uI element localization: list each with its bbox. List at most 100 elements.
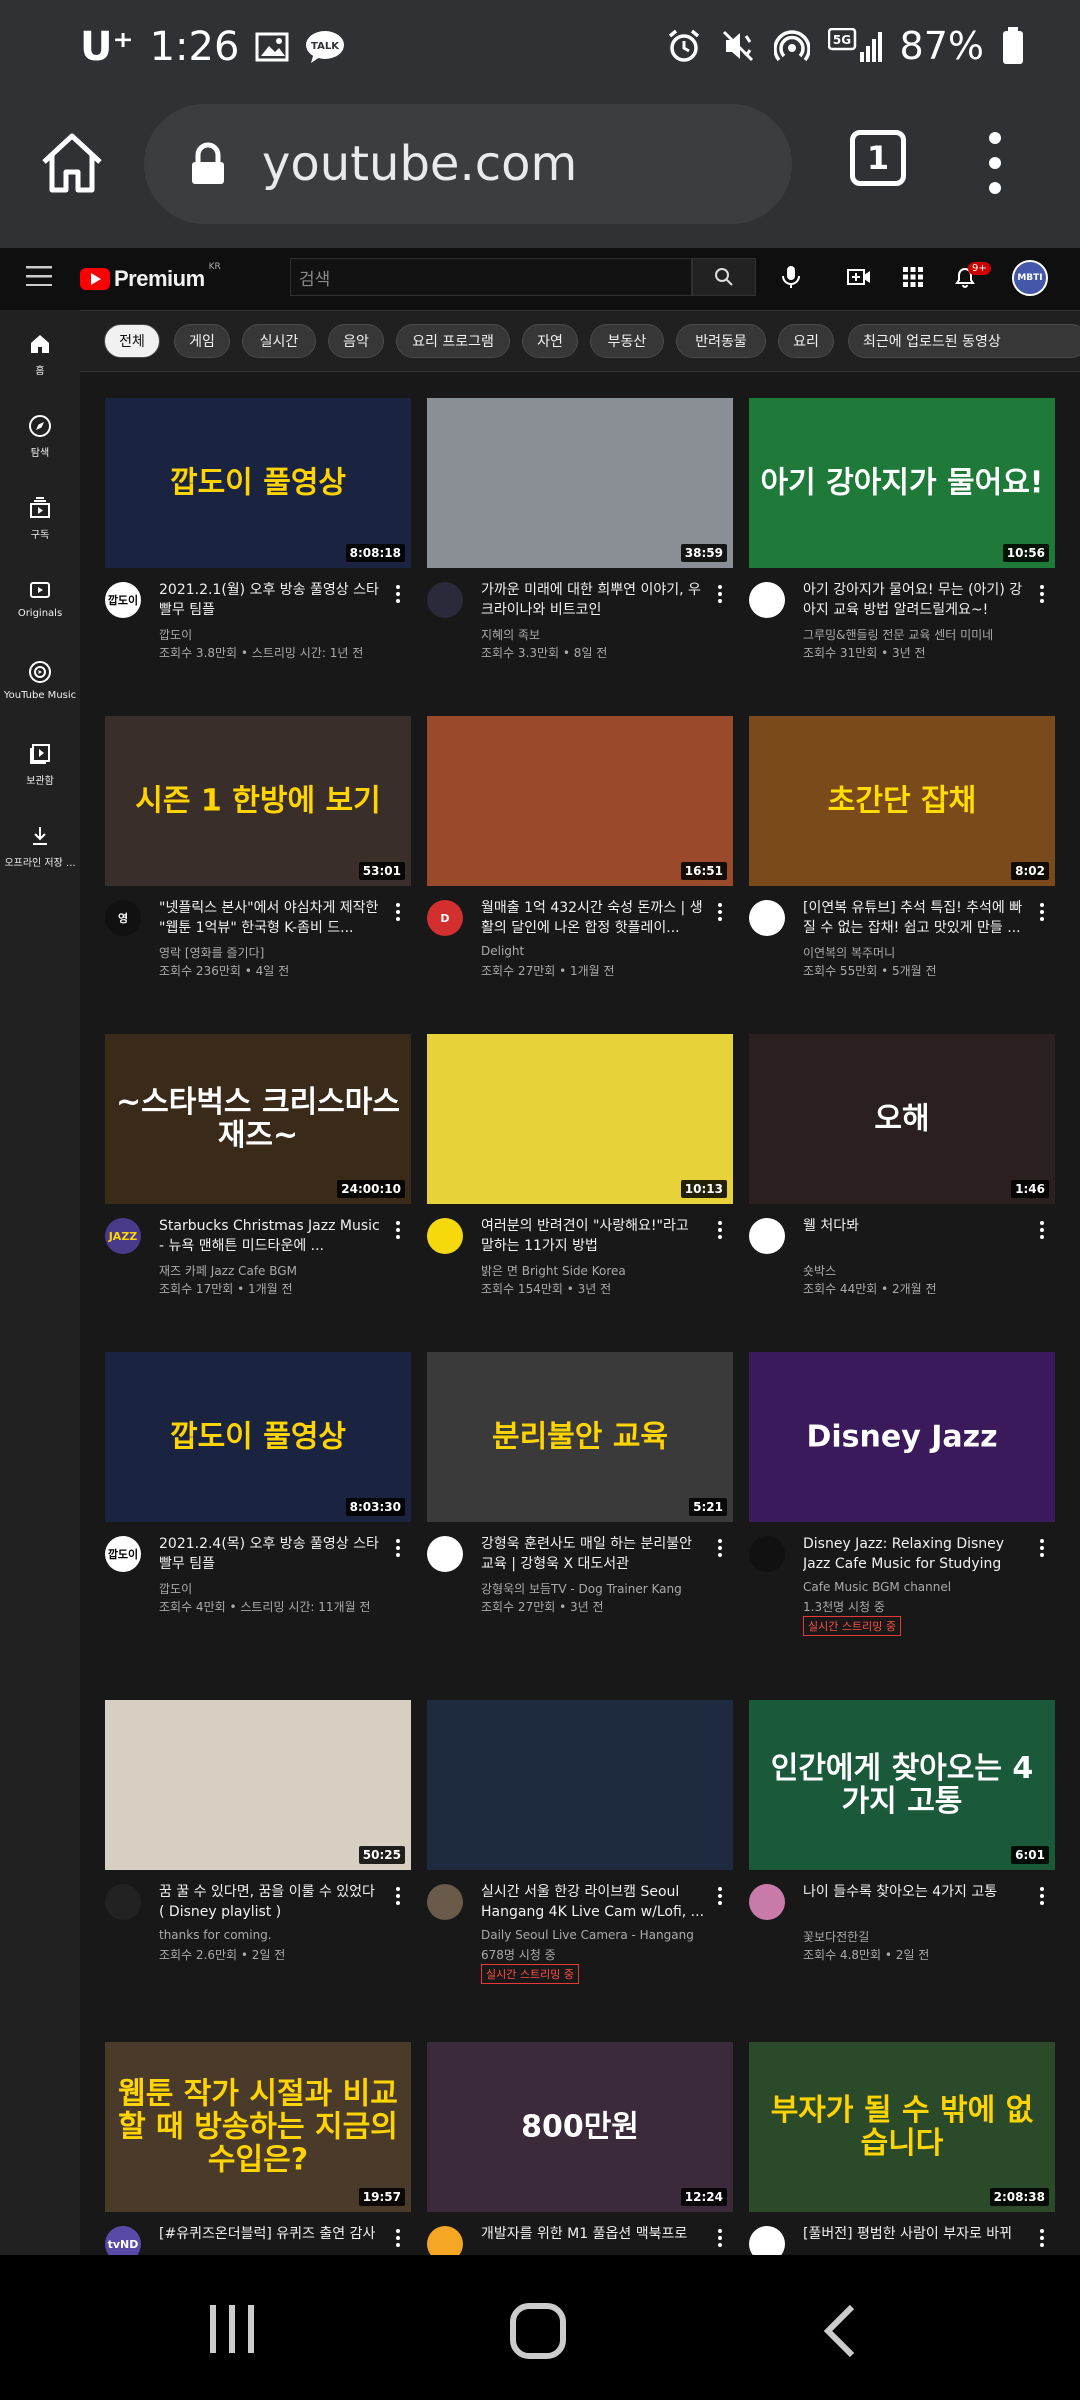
more-vert-icon[interactable] [395,1220,401,1240]
channel-name[interactable]: 이연복의 복주머니 [803,944,1043,961]
video-title[interactable]: 월매출 1억 432시간 숙성 돈까스 | 생활의 달인에 나온 합정 핫플레이… [481,898,705,938]
video-title[interactable]: [이연복 유튜브] 추석 특집! 추석에 빠질 수 없는 잡채! 쉽고 맛있게 … [803,898,1027,938]
channel-avatar[interactable] [105,1884,141,1920]
recent-apps-icon[interactable] [206,2303,258,2355]
video-card[interactable]: 시즌 1 한방에 보기 53:01 영 "넷플릭스 본사"에서 야심차게 제작한 "웹… [105,716,411,1006]
channel-name[interactable]: 영락 [영화를 즐기다] [159,944,399,961]
more-vert-icon[interactable] [717,1538,723,1558]
channel-avatar[interactable] [427,2226,463,2255]
channel-name[interactable]: 꽃보다전한길 [803,1928,1043,1945]
video-card[interactable]: 초간단 잡채 8:02 [이연복 유튜브] 추석 특집! 추석에 빠질 수 없는 잡… [749,716,1055,1006]
video-card[interactable]: 깝도이 풀영상 8:08:18 깝도이 2021.2.1(월) 오후 방송 풀영상 스… [105,398,411,688]
channel-avatar[interactable]: D [427,900,463,936]
tab-switcher-button[interactable]: 1 [850,130,906,186]
video-title[interactable]: 여러분의 반려견이 "사랑해요!"라고 말하는 11가지 방법 [481,1216,705,1256]
video-title[interactable]: [#유퀴즈온더블럭] 유퀴즈 출연 감사 [159,2224,383,2244]
video-thumbnail[interactable]: 50:25 [105,1700,411,1870]
channel-avatar[interactable]: 깝도이 [105,1536,141,1572]
video-title[interactable]: [풀버전] 평범한 사람이 부자로 바뀌 [803,2224,1027,2244]
more-vert-icon[interactable] [1039,902,1045,922]
video-thumbnail[interactable]: 깝도이 풀영상 8:03:30 [105,1352,411,1522]
back-icon[interactable] [822,2303,858,2359]
more-vert-icon[interactable] [1039,1886,1045,1906]
chip-live[interactable]: 실시간 [242,324,316,358]
video-card[interactable]: 부자가 될 수 밖에 없습니다 2:08:38 [풀버전] 평범한 사람이 부자로 … [749,2042,1055,2255]
channel-name[interactable]: Daily Seoul Live Camera - Hangang [481,1928,721,1942]
guide-item-library[interactable]: 보관함 [0,742,80,787]
video-card[interactable]: 800만원 12:24 개발자를 위한 M1 풀옵션 맥북프로 [427,2042,733,2255]
video-card[interactable]: 50:25 꿈 꿀 수 있다면, 꿈을 이룰 수 있었다 ( Disney pla… [105,1700,411,1990]
video-title[interactable]: Disney Jazz: Relaxing Disney Jazz Cafe M… [803,1534,1027,1574]
chip-cooking[interactable]: 요리 [778,324,834,358]
address-bar[interactable]: youtube.com [144,104,792,224]
video-thumbnail[interactable]: 시즌 1 한방에 보기 53:01 [105,716,411,886]
channel-avatar[interactable] [427,1218,463,1254]
youtube-logo[interactable]: Premium KR [80,262,221,292]
more-vert-icon[interactable] [717,2228,723,2248]
more-vert-icon[interactable] [980,128,1010,198]
video-thumbnail[interactable]: 10:13 [427,1034,733,1204]
avatar[interactable]: MBTI [1012,260,1048,296]
channel-avatar[interactable]: 영 [105,900,141,936]
channel-avatar[interactable] [749,2226,785,2255]
video-thumbnail[interactable] [427,1700,733,1870]
channel-avatar[interactable]: tvND [105,2226,141,2255]
video-title[interactable]: 2021.2.4(목) 오후 방송 풀영상 스타 빨무 팀플 [159,1534,383,1574]
channel-name[interactable]: 깝도이 [159,1580,399,1597]
video-card[interactable]: 인간에게 찾아오는 4가지 고통 6:01 나이 들수록 찾아오는 4가지 고통 꽃보… [749,1700,1055,1990]
more-vert-icon[interactable] [1039,584,1045,604]
channel-name[interactable]: Delight [481,944,721,958]
video-title[interactable]: 가까운 미래에 대한 희뿌연 이야기, 우크라이나와 비트코인 [481,580,705,620]
video-card[interactable]: 웹툰 작가 시절과 비교할 때 방송하는 지금의 수입은? 19:57 tvND [#… [105,2042,411,2255]
video-card[interactable]: 실시간 서울 한강 라이브캠 Seoul Hangang 4K Live Cam… [427,1700,733,1990]
channel-avatar[interactable] [749,582,785,618]
guide-item-home[interactable]: 홈 [0,332,80,377]
video-card[interactable]: 오해 1:46 웰 처다봐 숏박스 조회수 44만회 • 2개월 전 [749,1034,1055,1324]
more-vert-icon[interactable] [395,584,401,604]
video-title[interactable]: 꿈 꿀 수 있다면, 꿈을 이룰 수 있었다 ( Disney playlist… [159,1882,383,1922]
more-vert-icon[interactable] [1039,2228,1045,2248]
more-vert-icon[interactable] [1039,1220,1045,1240]
channel-name[interactable]: 강형욱의 보듬TV - Dog Trainer Kang [481,1580,721,1597]
video-thumbnail[interactable]: 16:51 [427,716,733,886]
guide-item-downloads[interactable]: 오프라인 저장 ... [0,824,80,869]
home-icon[interactable] [38,128,106,196]
video-card[interactable]: 분리불안 교육 5:21 강형욱 훈련사도 매일 하는 분리불안 교육 | 강형욱 … [427,1352,733,1642]
video-card[interactable]: Disney Jazz Disney Jazz: Relaxing Disney … [749,1352,1055,1642]
video-thumbnail[interactable]: 부자가 될 수 밖에 없습니다 2:08:38 [749,2042,1055,2212]
guide-item-explore[interactable]: 탐색 [0,414,80,459]
more-vert-icon[interactable] [1039,1538,1045,1558]
video-thumbnail[interactable]: 아기 강아지가 물어요! 10:56 [749,398,1055,568]
video-title[interactable]: 실시간 서울 한강 라이브캠 Seoul Hangang 4K Live Cam… [481,1882,705,1922]
channel-avatar[interactable] [427,1884,463,1920]
video-title[interactable]: 나이 들수록 찾아오는 4가지 고통 [803,1882,1027,1902]
home-nav-icon[interactable] [510,2303,566,2359]
chip-real-estate[interactable]: 부동산 [590,324,664,358]
chip-nature[interactable]: 자연 [522,324,578,358]
microphone-icon[interactable] [778,264,804,290]
video-card[interactable]: 10:13 여러분의 반려견이 "사랑해요!"라고 말하는 11가지 방법밝은 면… [427,1034,733,1324]
more-vert-icon[interactable] [395,902,401,922]
video-thumbnail[interactable]: ~스타벅스 크리스마스 재즈~ 24:00:10 [105,1034,411,1204]
chip-cooking-shows[interactable]: 요리 프로그램 [396,324,510,358]
channel-avatar[interactable] [749,1884,785,1920]
apps-grid-icon[interactable] [900,264,926,290]
video-thumbnail[interactable]: Disney Jazz [749,1352,1055,1522]
channel-name[interactable]: 그루밍&핸들링 전문 교육 센터 미미네 [803,626,1043,643]
channel-avatar[interactable]: JAZZ [105,1218,141,1254]
more-vert-icon[interactable] [717,1886,723,1906]
guide-item-subscriptions[interactable]: 구독 [0,496,80,541]
video-card[interactable]: 깝도이 풀영상 8:03:30 깝도이 2021.2.4(목) 오후 방송 풀영상 스… [105,1352,411,1642]
channel-avatar[interactable] [427,1536,463,1572]
search-button[interactable] [692,258,756,296]
channel-avatar[interactable] [427,582,463,618]
create-video-icon[interactable] [846,264,872,290]
chip-pets[interactable]: 반려동물 [676,324,766,358]
video-card[interactable]: 아기 강아지가 물어요! 10:56 아기 강아지가 물어요! 무는 (아기) 강아… [749,398,1055,688]
video-title[interactable]: 웰 처다봐 [803,1216,1027,1236]
chip-games[interactable]: 게임 [174,324,230,358]
more-vert-icon[interactable] [395,2228,401,2248]
more-vert-icon[interactable] [717,1220,723,1240]
more-vert-icon[interactable] [395,1538,401,1558]
channel-name[interactable]: 밝은 면 Bright Side Korea [481,1262,721,1279]
